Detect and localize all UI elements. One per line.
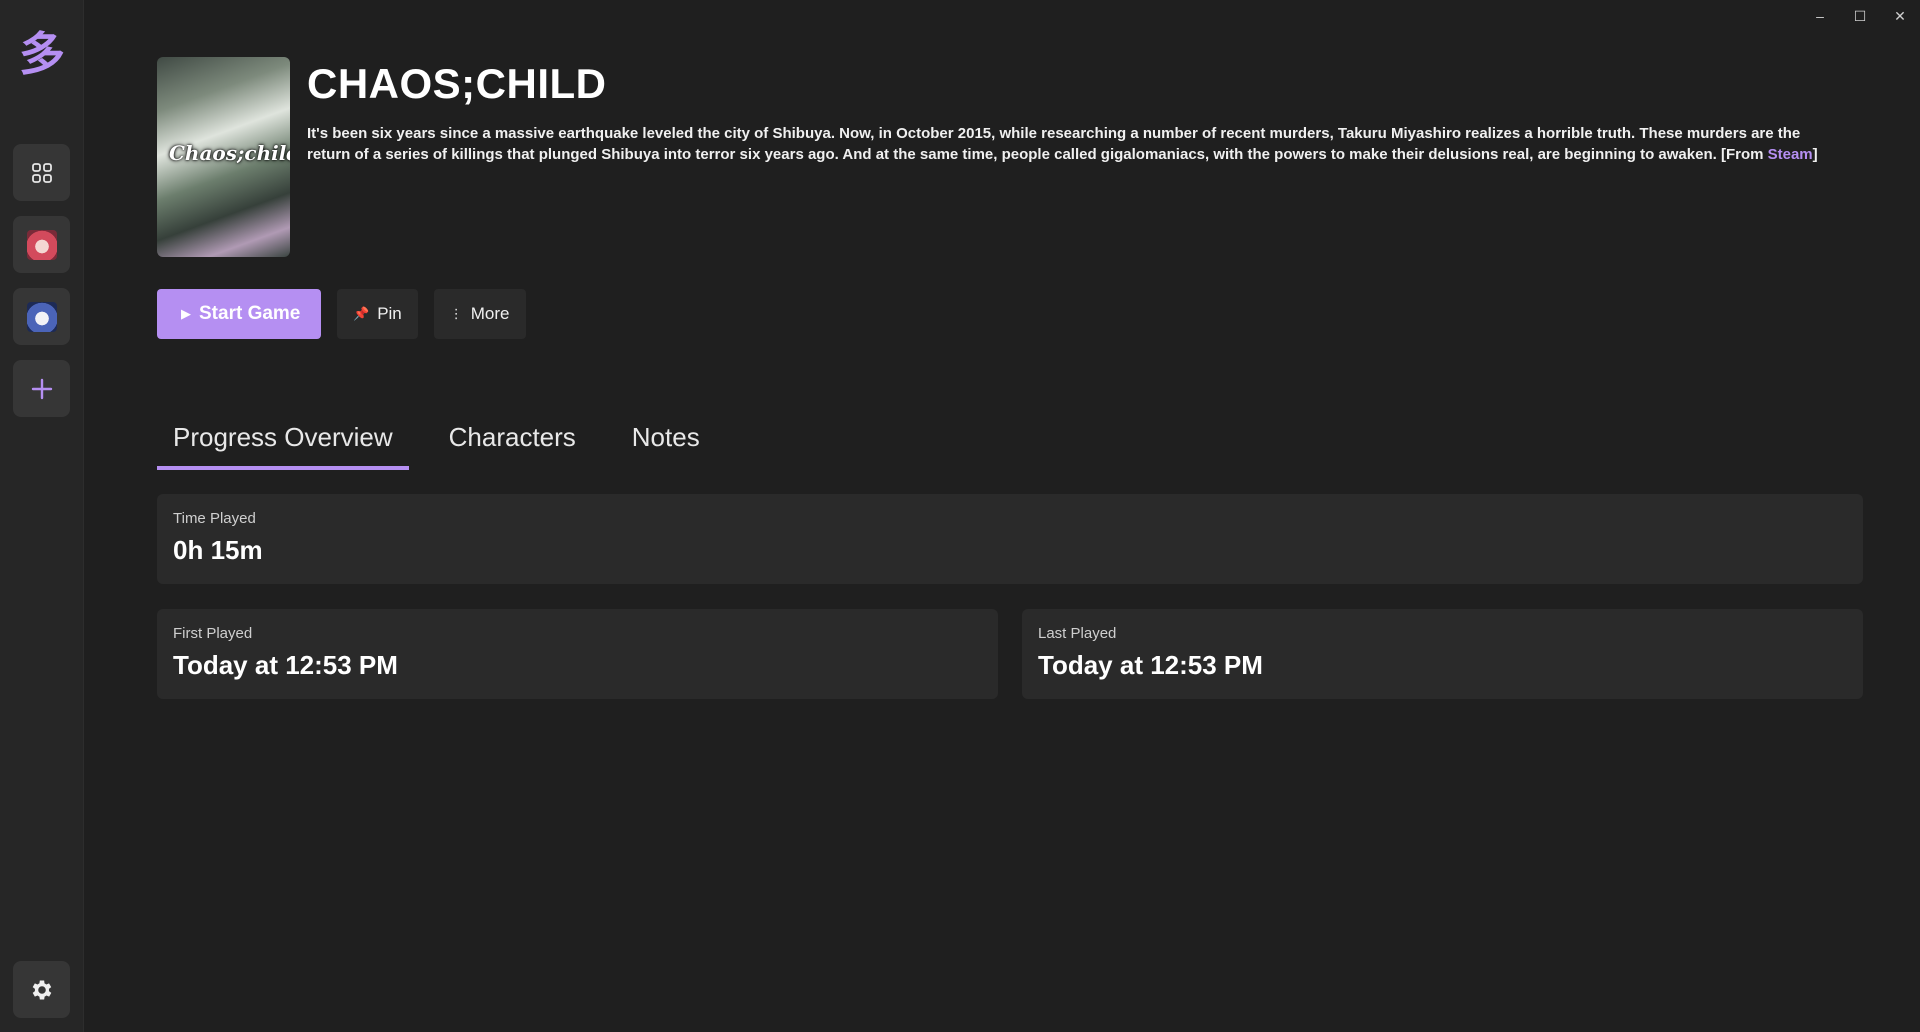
cover-logo-text: Chaos;child <box>169 141 290 165</box>
pin-icon: 📌 <box>353 306 370 321</box>
tab-notes[interactable]: Notes <box>616 410 716 470</box>
first-played-card: First Played Today at 12:53 PM <box>157 609 998 699</box>
add-game-button[interactable] <box>13 360 70 417</box>
close-button[interactable]: ✕ <box>1880 0 1920 32</box>
action-bar: ▶ Start Game 📌 Pin ⋮ More <box>157 289 526 339</box>
first-played-label: First Played <box>173 625 253 642</box>
description-end: ] <box>1812 146 1818 163</box>
sidebar-item-game-1[interactable] <box>13 216 70 273</box>
gear-icon <box>32 979 51 1000</box>
app-logo: 多 <box>19 28 65 80</box>
settings-button[interactable] <box>13 961 70 1018</box>
steam-link[interactable]: Steam <box>1768 146 1813 163</box>
game-description: It's been six years since a massive eart… <box>307 123 1847 165</box>
window-controls: – ☐ ✕ <box>1800 0 1920 32</box>
plus-icon <box>31 378 52 399</box>
game-cover-image: Chaos;child <box>157 57 290 257</box>
grid-icon <box>31 162 52 183</box>
time-played-label: Time Played <box>173 510 256 527</box>
pin-label: Pin <box>377 304 402 323</box>
more-label: More <box>470 304 510 323</box>
pin-button[interactable]: 📌 Pin <box>337 289 418 339</box>
time-played-card: Time Played 0h 15m <box>157 494 1863 584</box>
play-icon: ▶ <box>181 306 191 321</box>
tab-progress-overview[interactable]: Progress Overview <box>157 410 409 470</box>
tab-characters[interactable]: Characters <box>433 410 592 470</box>
last-played-label: Last Played <box>1038 625 1117 642</box>
maximize-button[interactable]: ☐ <box>1840 0 1880 32</box>
sidebar-item-game-2[interactable] <box>13 288 70 345</box>
first-played-value: Today at 12:53 PM <box>173 650 398 680</box>
last-played-value: Today at 12:53 PM <box>1038 650 1263 680</box>
last-played-card: Last Played Today at 12:53 PM <box>1022 609 1863 699</box>
game-avatar-icon <box>26 229 57 260</box>
sidebar: 多 <box>0 0 84 1032</box>
minimize-button[interactable]: – <box>1800 0 1840 32</box>
more-button[interactable]: ⋮ More <box>433 289 526 339</box>
start-game-label: Start Game <box>199 303 301 324</box>
game-title: CHAOS;CHILD <box>307 60 607 107</box>
more-vertical-icon: ⋮ <box>449 306 463 321</box>
description-text: It's been six years since a massive eart… <box>307 125 1801 163</box>
game-avatar-icon <box>26 301 57 332</box>
sidebar-item-library[interactable] <box>13 144 70 201</box>
tab-bar: Progress Overview Characters Notes <box>157 410 740 470</box>
start-game-button[interactable]: ▶ Start Game <box>157 289 321 339</box>
time-played-value: 0h 15m <box>173 535 263 565</box>
